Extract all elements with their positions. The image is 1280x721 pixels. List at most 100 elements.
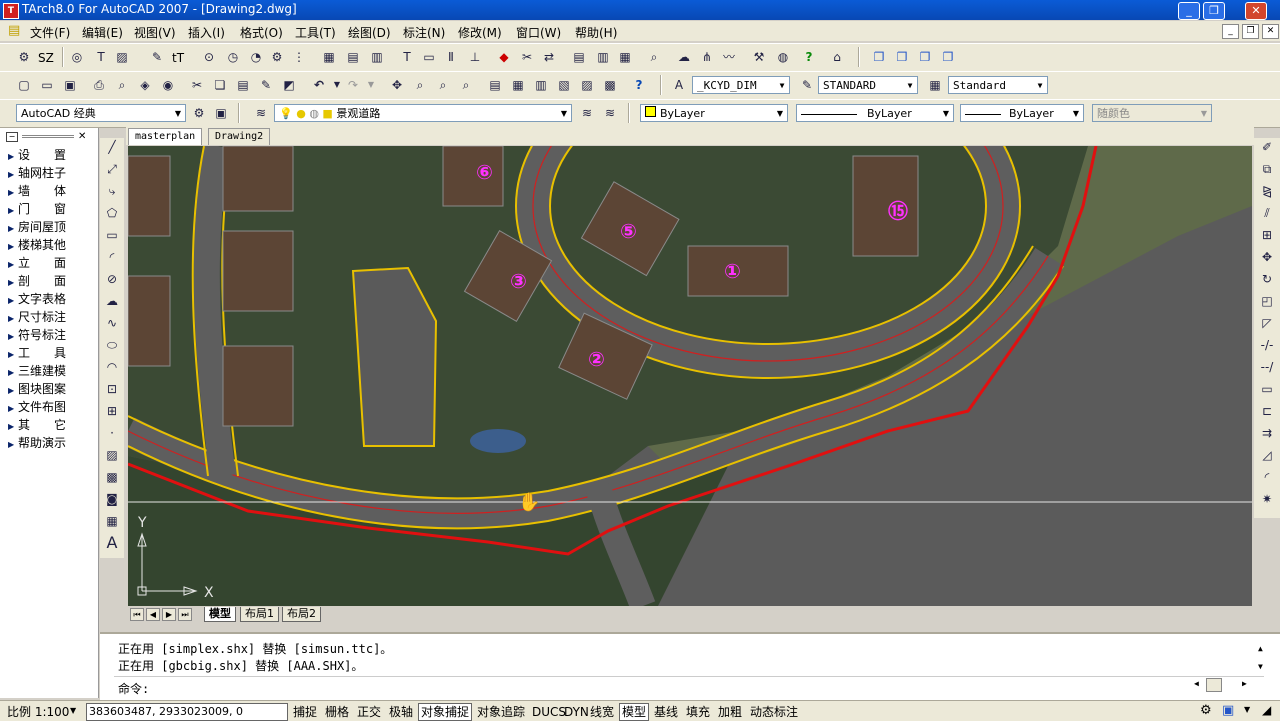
window-close-all-icon[interactable]: ❐ [939, 48, 957, 66]
tray-lock-icon[interactable]: ▣ [1222, 703, 1234, 718]
polyline-icon[interactable]: ⤷ [103, 182, 121, 200]
menu-modify[interactable]: 修改(M) [458, 24, 502, 41]
color-select[interactable]: ByLayer ▼ [640, 104, 788, 122]
construction-line-icon[interactable]: ⤢ [103, 160, 121, 178]
layer-select[interactable]: 💡 ● ◍ ■ 景观道路 ▼ [274, 104, 572, 122]
move-icon[interactable]: ⇄ [540, 48, 558, 66]
scroll-thumb[interactable] [1206, 678, 1222, 692]
restore-button[interactable]: ❐ [1203, 2, 1225, 20]
scale-selector[interactable]: 比例 1:100 [4, 703, 72, 721]
refresh-icon[interactable]: ◎ [68, 48, 86, 66]
tarch-menu-item[interactable]: ▶ 文件布图 [8, 398, 66, 415]
doc-close-button[interactable]: ✕ [1262, 24, 1279, 39]
command-input-row[interactable]: 命令: [114, 676, 1264, 697]
workspace-settings-icon[interactable]: ⚙ [190, 104, 208, 122]
design-center-icon[interactable]: ▦ [509, 76, 527, 94]
toggle-baseline[interactable]: 基线 [651, 703, 681, 721]
settings-gear-icon[interactable]: ⚙ [15, 48, 33, 66]
menu-tools[interactable]: 工具(T) [295, 24, 336, 41]
hatch-icon[interactable]: ▨ [113, 48, 131, 66]
ellipse-icon[interactable]: ⬭ [103, 336, 121, 354]
tarch-menu-item[interactable]: ▶ 工 具 [8, 344, 66, 361]
tarch-menu-item[interactable]: ▶ 图块图案 [8, 380, 66, 397]
tab-drawing2[interactable]: Drawing2 [208, 128, 271, 145]
multiline-text-icon[interactable]: A [103, 534, 121, 552]
make-block-icon[interactable]: ⊞ [103, 402, 121, 420]
menu-dimension[interactable]: 标注(N) [403, 24, 445, 41]
join-icon[interactable]: ⇉ [1258, 424, 1276, 442]
insert-block-icon[interactable]: ⊡ [103, 380, 121, 398]
sheet-b-icon[interactable]: ▥ [594, 48, 612, 66]
sheet-icon[interactable]: ▤ [344, 48, 362, 66]
polygon-icon[interactable]: ⬠ [103, 204, 121, 222]
textstyle-icon[interactable]: ✎ [798, 76, 816, 94]
toggle-grid[interactable]: 栅格 [322, 703, 352, 721]
pie-icon[interactable]: ◔ [247, 48, 265, 66]
window-cascade-icon[interactable]: ❐ [870, 48, 888, 66]
toggle-lineweight[interactable]: 线宽 [587, 703, 617, 721]
tarch-menu-item[interactable]: ▶ 剖 面 [8, 272, 66, 289]
point-icon[interactable]: · [103, 424, 121, 442]
tarch-menu-item[interactable]: ▶ 楼梯其他 [8, 236, 66, 253]
revision-cloud-icon[interactable]: ☁ [103, 292, 121, 310]
menu-edit[interactable]: 编辑(E) [82, 24, 123, 41]
scroll-left-icon[interactable]: ◀ [1194, 679, 1199, 688]
zoom-realtime-icon[interactable]: ⌕ [411, 76, 429, 94]
tarch-menu-item[interactable]: ▶ 文字表格 [8, 290, 66, 307]
arc-icon[interactable]: ◜ [103, 248, 121, 266]
menu-help[interactable]: 帮助(H) [575, 24, 617, 41]
tool-palette-icon[interactable]: ▥ [532, 76, 550, 94]
spline-icon[interactable]: ∿ [103, 314, 121, 332]
toggle-otrack[interactable]: 对象追踪 [474, 703, 528, 721]
layer-previous-icon[interactable]: ≋ [601, 104, 619, 122]
match-prop-icon[interactable]: ✎ [257, 76, 275, 94]
text-edit-icon[interactable]: ✎ [148, 48, 166, 66]
tarch-menu-item[interactable]: ▶ 三维建模 [8, 362, 66, 379]
ellipse-arc-icon[interactable]: ◠ [103, 358, 121, 376]
document-icon[interactable]: ▤ [8, 23, 20, 38]
linetype-select[interactable]: ByLayer ▼ [796, 104, 954, 122]
sheet-set-icon[interactable]: ▧ [555, 76, 573, 94]
break-icon[interactable]: ⊏ [1258, 402, 1276, 420]
menu-file[interactable]: 文件(F) [30, 24, 70, 41]
save-icon[interactable]: ▣ [61, 76, 79, 94]
move-icon[interactable]: ✥ [1258, 248, 1276, 266]
text-box-icon[interactable]: ▭ [420, 48, 438, 66]
circle-icon[interactable]: ⊘ [103, 270, 121, 288]
tarch-menu-item[interactable]: ▶ 门 窗 [8, 200, 66, 217]
tab-layout2[interactable]: 布局2 [282, 607, 321, 622]
tarch-menu-item[interactable]: ▶ 帮助演示 [8, 434, 66, 451]
tablestyle-icon[interactable]: ▦ [926, 76, 944, 94]
lineweight-select[interactable]: ByLayer ▼ [960, 104, 1084, 122]
line-icon[interactable]: ╱ [103, 138, 121, 156]
tarch-menu-item[interactable]: ▶ 墙 体 [8, 182, 66, 199]
toggle-dynamic-dim[interactable]: 动态标注 [747, 703, 801, 721]
table-icon[interactable]: ▦ [320, 48, 338, 66]
toggle-polar[interactable]: 极轴 [386, 703, 416, 721]
tablestyle-select[interactable]: Standard ▼ [948, 76, 1048, 94]
tarch-menu-item[interactable]: ▶ 轴网柱子 [8, 164, 66, 181]
zoom-previous-icon[interactable]: ⌕ [457, 76, 475, 94]
array-icon[interactable]: ⊞ [1258, 226, 1276, 244]
wave-icon[interactable]: 〰 [720, 48, 738, 66]
print-icon[interactable]: ⎙ [90, 76, 108, 94]
drawing-canvas[interactable]: ⑥ ⑤ ③ ② ① ⑮ Y X ✋ [128, 146, 1252, 606]
close-icon[interactable]: ✕ [78, 131, 86, 142]
redo-icon[interactable]: ↷ [344, 76, 362, 94]
region-icon[interactable]: ◙ [103, 490, 121, 508]
explode-icon[interactable]: ✷ [1258, 490, 1276, 508]
sheet-c-icon[interactable]: ▦ [616, 48, 634, 66]
column-icon[interactable]: Ⅱ [442, 48, 460, 66]
markup-icon[interactable]: ▨ [578, 76, 596, 94]
workspace-select[interactable]: AutoCAD 经典 ▼ [16, 104, 186, 122]
grid-dots-icon[interactable]: ⋮ [290, 48, 308, 66]
collapse-icon[interactable]: − [6, 132, 18, 142]
window-arrange-icon[interactable]: ❐ [916, 48, 934, 66]
scale-dropdown-icon[interactable]: ▼ [70, 706, 76, 715]
extend-icon[interactable]: --/ [1258, 358, 1276, 376]
tarch-menu-item[interactable]: ▶ 立 面 [8, 254, 66, 271]
new-file-icon[interactable]: ▢ [15, 76, 33, 94]
rectangle-icon[interactable]: ▭ [103, 226, 121, 244]
sheet-edit-icon[interactable]: ▥ [368, 48, 386, 66]
dimstyle-icon[interactable]: A [670, 76, 688, 94]
